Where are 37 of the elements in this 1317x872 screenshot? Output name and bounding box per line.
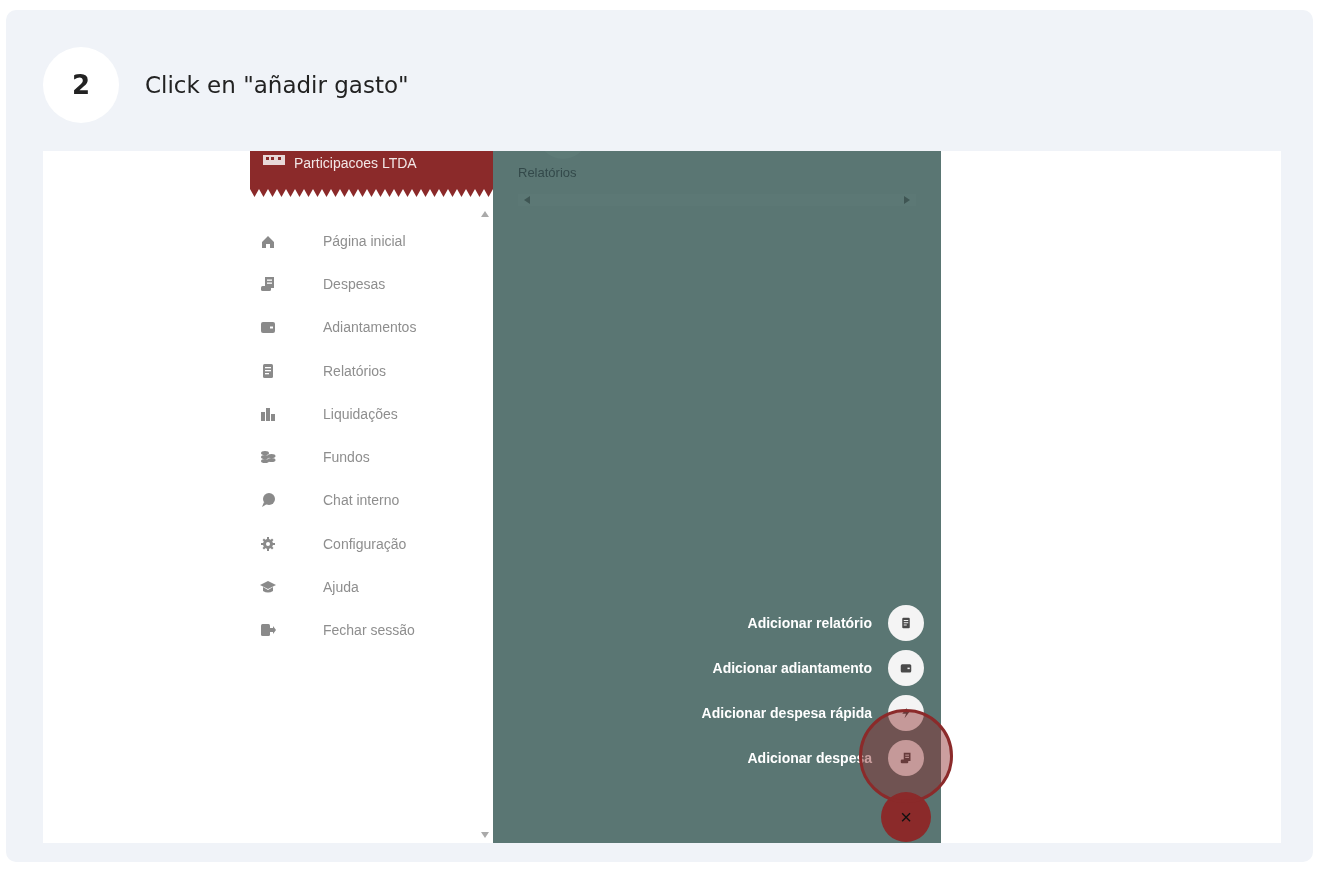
step-number: 2	[43, 47, 119, 123]
menu-item[interactable]: Ajuda	[250, 565, 493, 609]
receipt-icon	[900, 751, 912, 764]
coins-icon	[260, 449, 276, 466]
menu-item[interactable]: Liquidações	[250, 392, 493, 436]
chat-icon	[260, 492, 276, 509]
menu-item[interactable]: Fundos	[250, 435, 493, 479]
menu-item[interactable]: Chat interno	[250, 478, 493, 523]
menu-item[interactable]: Despesas	[250, 262, 493, 306]
action-button[interactable]	[888, 694, 924, 731]
bar-chart-icon	[260, 405, 276, 422]
scroll-up-arrow[interactable]	[481, 211, 489, 217]
document-icon	[900, 616, 912, 629]
receipt-icon	[260, 275, 276, 292]
step-instruction: Click en "añadir gasto"	[145, 72, 409, 98]
close-button[interactable]: ×	[881, 792, 931, 842]
menu-item[interactable]: Página inicial	[250, 219, 493, 263]
action-button[interactable]	[888, 739, 924, 776]
building-icon	[263, 155, 285, 165]
action-button[interactable]	[888, 649, 924, 686]
document-icon	[260, 362, 276, 379]
exit-icon	[260, 622, 276, 639]
settings-icon	[260, 535, 276, 552]
menu-item[interactable]: Adiantamentos	[250, 305, 493, 349]
wallet-icon	[900, 661, 912, 674]
graduation-cap-icon	[260, 579, 276, 595]
wallet-icon	[260, 319, 276, 336]
action-label[interactable]: Adicionar relatório	[747, 614, 872, 631]
menu-item[interactable]: Fechar sessão	[250, 608, 493, 652]
action-label[interactable]: Adicionar despesa rápida	[701, 704, 872, 721]
menu-item[interactable]: Relatórios	[250, 348, 493, 393]
action-button[interactable]	[888, 604, 924, 641]
scroll-down-arrow[interactable]	[481, 832, 489, 838]
menu-item[interactable]: Configuração	[250, 522, 493, 566]
company-name: Participacoes LTDA	[294, 155, 417, 171]
action-label[interactable]: Adicionar adiantamento	[712, 659, 872, 676]
lightning-icon	[900, 706, 912, 719]
